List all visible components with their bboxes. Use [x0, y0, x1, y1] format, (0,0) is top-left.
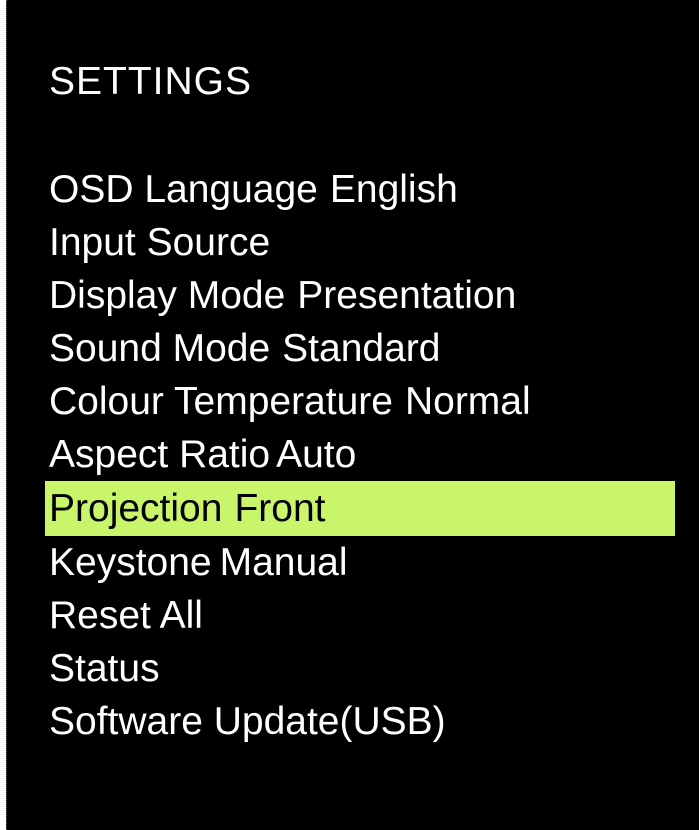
- menu-item-label: Software Update(USB): [49, 700, 446, 743]
- menu-item-label: Keystone: [49, 541, 212, 584]
- menu-item-sound-mode[interactable]: Sound Mode Standard: [45, 322, 675, 375]
- settings-menu: OSD Language English Input Source Display…: [45, 163, 675, 748]
- menu-item-label: Display Mode: [49, 274, 286, 317]
- menu-item-keystone[interactable]: Keystone Manual: [45, 536, 675, 589]
- menu-item-value: Manual: [219, 541, 348, 584]
- menu-item-label: Input Source: [49, 221, 271, 264]
- menu-item-label: Reset All: [49, 594, 203, 637]
- menu-item-label: OSD Language: [49, 168, 318, 211]
- menu-item-value: Normal: [404, 380, 531, 423]
- menu-item-value: English: [329, 168, 458, 211]
- menu-item-label: Status: [49, 647, 160, 690]
- menu-item-label: Colour Temperature: [49, 380, 393, 423]
- menu-item-colour-temperature[interactable]: Colour Temperature Normal: [45, 375, 675, 428]
- menu-item-display-mode[interactable]: Display Mode Presentation: [45, 269, 675, 322]
- menu-item-software-update[interactable]: Software Update(USB): [45, 695, 675, 748]
- menu-item-osd-language[interactable]: OSD Language English: [45, 163, 675, 216]
- menu-item-aspect-ratio[interactable]: Aspect Ratio Auto: [45, 428, 675, 481]
- menu-item-value: Presentation: [297, 274, 517, 317]
- menu-item-input-source[interactable]: Input Source: [45, 216, 675, 269]
- menu-item-reset-all[interactable]: Reset All: [45, 589, 675, 642]
- menu-item-label: Aspect Ratio: [49, 433, 271, 476]
- menu-item-projection[interactable]: Projection Front: [45, 481, 675, 536]
- menu-item-value: Front: [234, 487, 326, 530]
- menu-item-label: Sound Mode: [49, 327, 271, 370]
- menu-item-value: Standard: [282, 327, 441, 370]
- menu-item-label: Projection: [49, 487, 223, 530]
- menu-item-value: Auto: [276, 433, 357, 476]
- osd-settings-screen: SETTINGS OSD Language English Input Sourc…: [6, 0, 699, 830]
- menu-item-status[interactable]: Status: [45, 642, 675, 695]
- settings-title: SETTINGS: [49, 60, 253, 103]
